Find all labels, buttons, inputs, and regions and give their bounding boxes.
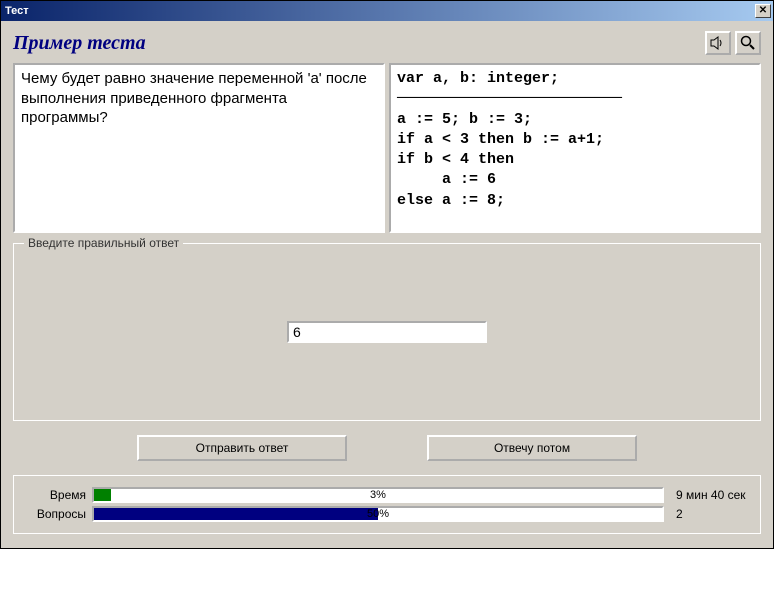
progress-section: Время 3% 9 мин 40 сек Вопросы 50% 2 xyxy=(13,475,761,534)
sound-icon xyxy=(710,36,726,50)
zoom-button[interactable] xyxy=(735,31,761,55)
close-icon: ✕ xyxy=(759,6,767,16)
questions-count: 2 xyxy=(670,507,750,521)
time-label: Время xyxy=(24,488,86,502)
question-panels: Чему будет равно значение переменной 'a'… xyxy=(13,63,761,233)
question-text-panel: Чему будет равно значение переменной 'a'… xyxy=(13,63,385,233)
submit-button[interactable]: Отправить ответ xyxy=(137,435,347,461)
close-button[interactable]: ✕ xyxy=(755,4,771,18)
code-text: var a, b: integer; ─────────────────────… xyxy=(397,70,622,209)
question-text: Чему будет равно значение переменной 'a'… xyxy=(21,70,367,126)
questions-progress-fill xyxy=(94,508,378,520)
questions-progress-bar: 50% xyxy=(92,506,664,522)
time-remaining: 9 мин 40 сек xyxy=(670,488,750,502)
answer-input[interactable] xyxy=(287,321,487,343)
window-title: Тест xyxy=(5,5,753,17)
button-row: Отправить ответ Отвечу потом xyxy=(13,435,761,461)
header-row: Пример теста xyxy=(13,31,761,55)
answer-area xyxy=(24,258,750,406)
code-panel: var a, b: integer; ─────────────────────… xyxy=(389,63,761,233)
time-progress-row: Время 3% 9 мин 40 сек xyxy=(24,487,750,503)
questions-label: Вопросы xyxy=(24,507,86,521)
answer-later-button[interactable]: Отвечу потом xyxy=(427,435,637,461)
page-title: Пример теста xyxy=(13,32,701,55)
questions-progress-percent: 50% xyxy=(367,508,389,520)
time-progress-percent: 3% xyxy=(370,489,386,501)
time-progress-fill xyxy=(94,489,111,501)
questions-progress-row: Вопросы 50% 2 xyxy=(24,506,750,522)
answer-group: Введите правильный ответ xyxy=(13,243,761,421)
window-content: Пример теста Чему будет равно значение п… xyxy=(1,21,773,548)
test-window: Тест ✕ Пример теста Чему будет xyxy=(0,0,774,549)
title-bar: Тест ✕ xyxy=(1,1,773,21)
sound-button[interactable] xyxy=(705,31,731,55)
time-progress-bar: 3% xyxy=(92,487,664,503)
answer-group-label: Введите правильный ответ xyxy=(24,236,183,250)
magnifier-icon xyxy=(740,35,756,51)
